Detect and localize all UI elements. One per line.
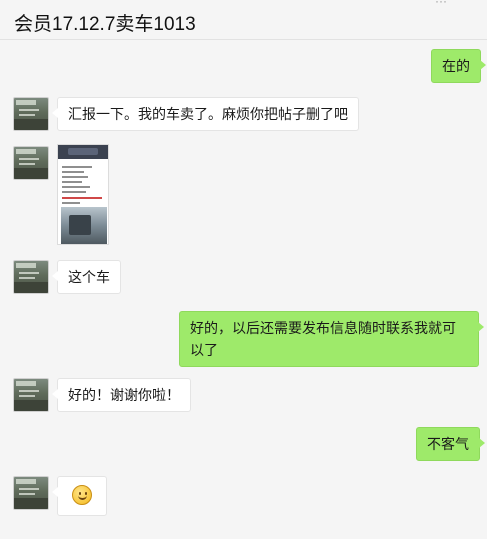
message-text: 不客气 <box>427 436 469 452</box>
avatar[interactable] <box>13 476 49 510</box>
smile-emoji-icon <box>72 485 92 505</box>
message-text: 汇报一下。我的车卖了。麻烦你把帖子删了吧 <box>68 106 348 122</box>
message-bubble-incoming[interactable]: 好的！谢谢你啦！ <box>52 378 191 412</box>
message-text: 这个车 <box>68 269 110 285</box>
message-text: 好的！谢谢你啦！ <box>68 387 180 403</box>
message-bubble-incoming[interactable]: 汇报一下。我的车卖了。麻烦你把帖子删了吧 <box>52 97 359 131</box>
message-text: 好的，以后还需要发布信息随时联系我就可以了 <box>190 320 456 358</box>
chat-title: 会员17.12.7卖车1013 <box>14 14 196 35</box>
screenshot-thumbnail[interactable] <box>57 144 109 245</box>
more-icon[interactable]: ··· <box>435 0 447 8</box>
chat-header: 会员17.12.7卖车1013 ··· <box>0 0 487 40</box>
avatar[interactable] <box>13 260 49 294</box>
message-bubble-outgoing[interactable]: 在的 <box>431 49 486 83</box>
message-text: 在的 <box>442 58 470 74</box>
message-bubble-incoming[interactable]: 这个车 <box>52 260 121 294</box>
avatar[interactable] <box>13 378 49 412</box>
message-bubble-outgoing[interactable]: 好的，以后还需要发布信息随时联系我就可以了 <box>179 311 484 367</box>
avatar[interactable] <box>13 97 49 131</box>
message-bubble-outgoing[interactable]: 不客气 <box>416 427 485 461</box>
avatar[interactable] <box>13 146 49 180</box>
